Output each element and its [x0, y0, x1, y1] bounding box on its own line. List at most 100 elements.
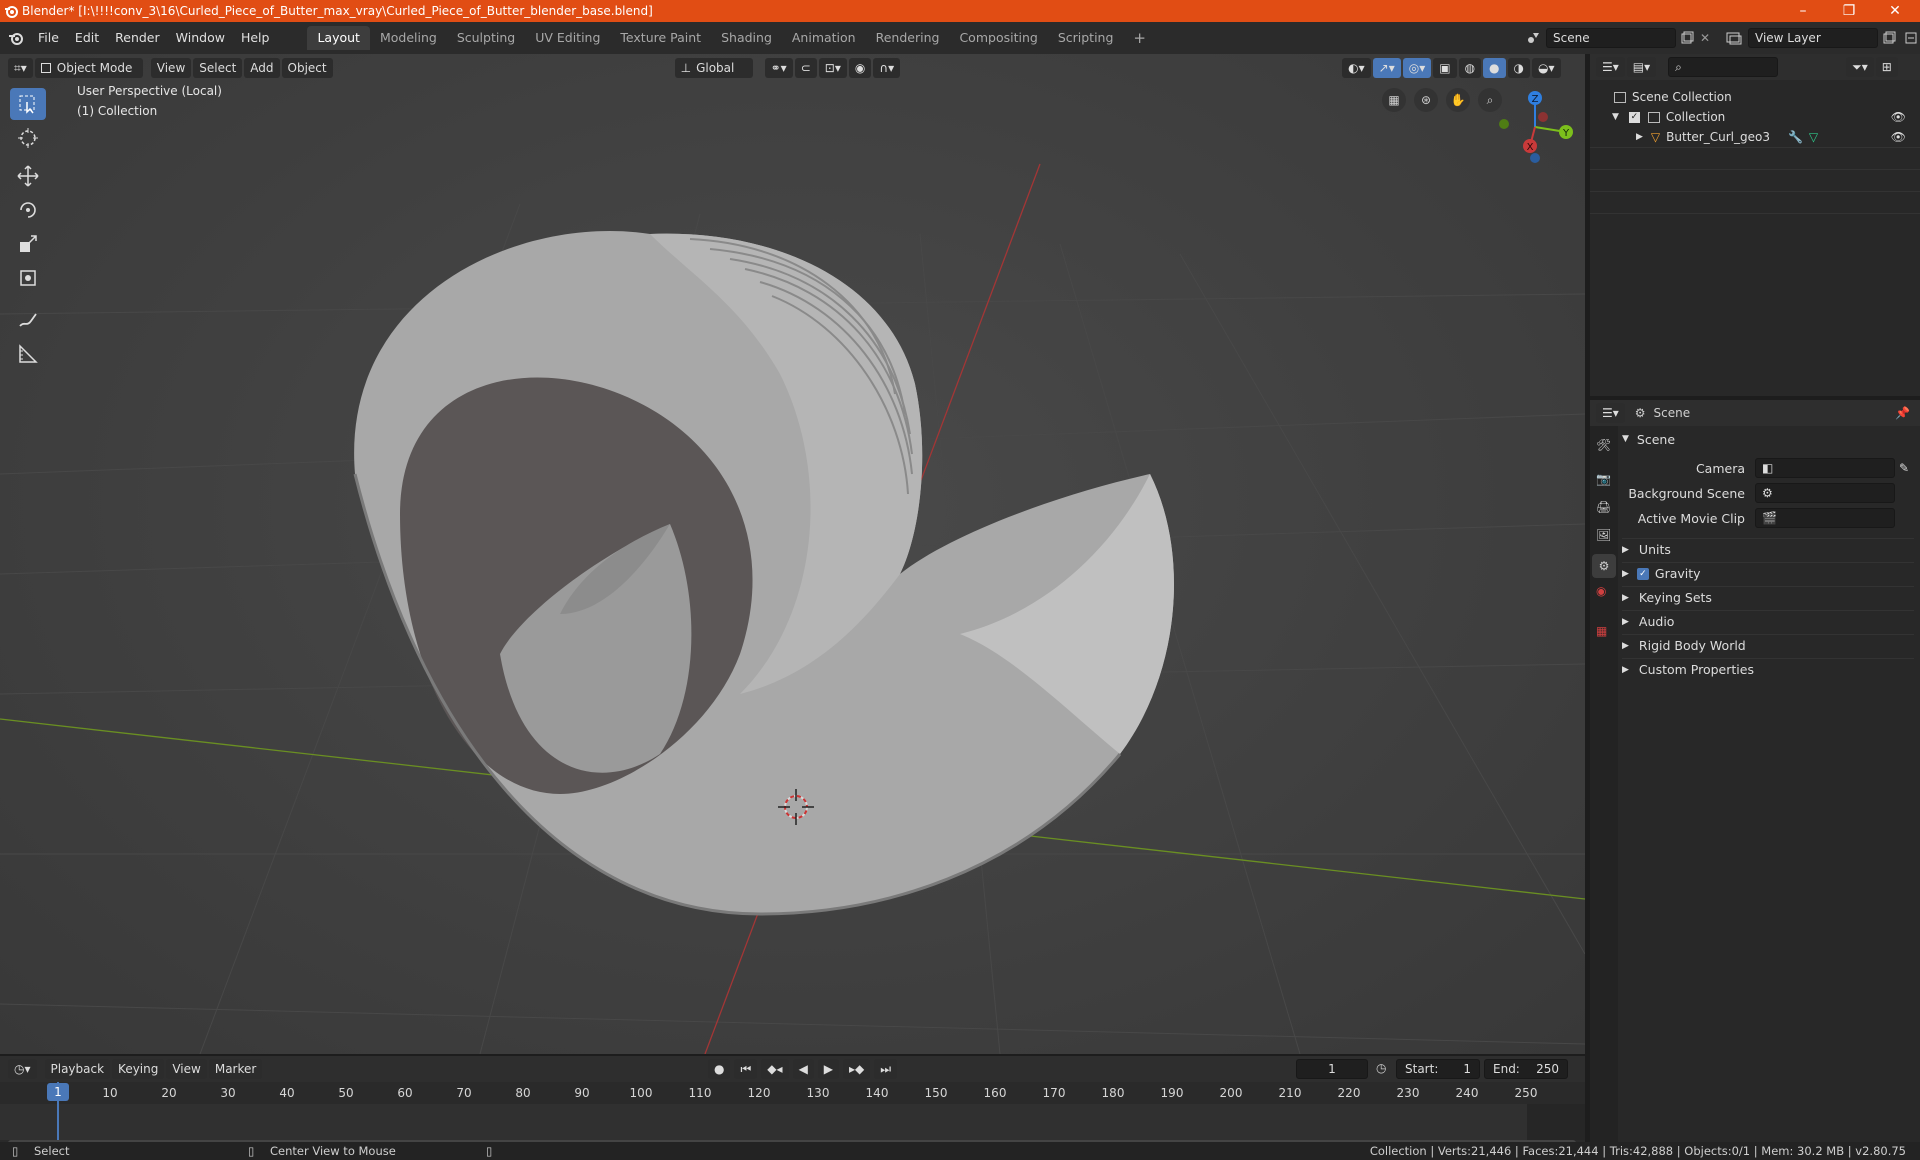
- tab-animation[interactable]: Animation: [782, 26, 866, 50]
- remove-view-layer-icon[interactable]: [1904, 31, 1918, 45]
- timeline-track-area[interactable]: [0, 1104, 1585, 1140]
- menu-window[interactable]: Window: [168, 27, 233, 49]
- close-button[interactable]: ✕: [1872, 0, 1918, 22]
- audio-panel-header[interactable]: ▶ Audio: [1622, 610, 1914, 632]
- pin-icon[interactable]: 📌: [1895, 406, 1910, 420]
- timeline-menu-playback[interactable]: Playback: [44, 1059, 111, 1079]
- mesh-data-icon[interactable]: ▽: [1809, 130, 1818, 144]
- rigid-body-world-expand-icon[interactable]: ▶: [1622, 641, 1629, 651]
- rigid-body-world-panel-header[interactable]: ▶ Rigid Body World: [1622, 634, 1914, 656]
- timeline-menu-keying[interactable]: Keying: [112, 1059, 165, 1079]
- audio-expand-icon[interactable]: ▶: [1622, 617, 1629, 627]
- eyedropper-icon[interactable]: ✎: [1899, 461, 1909, 475]
- outliner-row-collection[interactable]: ▼ ✓ Collection 👁: [1590, 107, 1920, 127]
- outliner-row-object[interactable]: ▶ ▽ Butter_Curl_geo3 🔧 ▽ 👁: [1590, 127, 1920, 147]
- collection-checkbox[interactable]: ✓: [1628, 111, 1640, 123]
- jump-start-icon[interactable]: ⏮: [734, 1059, 758, 1079]
- tab-uv-editing[interactable]: UV Editing: [525, 26, 610, 50]
- object-visibility-eye-icon[interactable]: 👁: [1891, 130, 1906, 144]
- butter-curl-object[interactable]: [353, 231, 1175, 916]
- delete-scene-icon[interactable]: ✕: [1700, 31, 1710, 45]
- proportional-edit-icon[interactable]: ◉: [848, 58, 872, 78]
- solid-shading-icon[interactable]: ●: [1483, 58, 1506, 78]
- minimize-button[interactable]: –: [1780, 0, 1826, 22]
- prev-keyframe-icon[interactable]: ◆◂: [761, 1059, 789, 1079]
- play-reverse-icon[interactable]: ◀: [792, 1059, 814, 1079]
- scene-section-expand-icon[interactable]: ▼: [1622, 434, 1629, 444]
- pivot-point-icon[interactable]: ⚭▾: [764, 58, 793, 78]
- collection-expand-icon[interactable]: ▼: [1612, 112, 1619, 122]
- view-layer-properties-tab-icon[interactable]: 🖼: [1596, 528, 1611, 542]
- gizmo-neg-x-handle[interactable]: [1538, 112, 1548, 122]
- timeline-editor[interactable]: ◷▾ Playback Keying View Marker ● ⏮ ◆◂ ◀ …: [0, 1056, 1585, 1148]
- visibility-icon[interactable]: ◐▾: [1342, 58, 1371, 78]
- wireframe-shading-icon[interactable]: ◍: [1458, 58, 1482, 78]
- camera-view-icon[interactable]: ⊛: [1414, 88, 1438, 112]
- tab-sculpting[interactable]: Sculpting: [447, 26, 525, 50]
- custom-properties-expand-icon[interactable]: ▶: [1622, 665, 1629, 675]
- new-scene-icon[interactable]: [1680, 31, 1694, 45]
- rendered-shading-icon[interactable]: ◒▾: [1532, 58, 1561, 78]
- blender-menu-icon[interactable]: [8, 30, 24, 46]
- render-properties-tab-icon[interactable]: 📷: [1596, 472, 1611, 486]
- outliner-row-scene-collection[interactable]: Scene Collection: [1590, 87, 1920, 107]
- timeline-editor-type-icon[interactable]: ◷▾: [8, 1059, 37, 1079]
- output-properties-tab-icon[interactable]: 🖨: [1596, 500, 1611, 514]
- gravity-panel-header[interactable]: ▶ ✓ Gravity: [1622, 562, 1914, 584]
- snap-icon[interactable]: ⊂: [794, 58, 817, 78]
- outliner-filter-icon[interactable]: ⏷▾: [1846, 57, 1874, 77]
- playhead-frame-indicator[interactable]: 1: [47, 1083, 69, 1101]
- navigation-gizmo[interactable]: Z Y X: [1490, 82, 1580, 172]
- custom-properties-panel-header[interactable]: ▶ Custom Properties: [1622, 658, 1914, 680]
- background-scene-field[interactable]: ⚙: [1755, 483, 1895, 503]
- units-expand-icon[interactable]: ▶: [1622, 545, 1629, 555]
- viewport-menu-object[interactable]: Object: [281, 58, 333, 78]
- jump-end-icon[interactable]: ⏭: [874, 1059, 898, 1079]
- gravity-checkbox[interactable]: ✓: [1636, 567, 1649, 580]
- menu-edit[interactable]: Edit: [67, 27, 107, 49]
- scene-properties-tab-icon[interactable]: ⚙: [1592, 554, 1616, 578]
- scene-selector[interactable]: Scene: [1546, 28, 1676, 48]
- units-panel-header[interactable]: ▶ Units: [1622, 538, 1914, 560]
- current-frame-field[interactable]: 1: [1296, 1059, 1368, 1079]
- collection-visibility-eye-icon[interactable]: 👁: [1891, 110, 1906, 124]
- measure-tool[interactable]: [10, 338, 46, 370]
- menu-help[interactable]: Help: [233, 27, 278, 49]
- viewport-menu-add[interactable]: Add: [244, 58, 280, 78]
- viewport-menu-view[interactable]: View: [150, 58, 192, 78]
- outliner-new-collection-icon[interactable]: ⊞: [1875, 57, 1898, 77]
- preview-range-clock-icon[interactable]: ◷: [1376, 1061, 1386, 1075]
- viewport-menu-select[interactable]: Select: [193, 58, 243, 78]
- grid-view-icon[interactable]: ▦: [1382, 88, 1406, 112]
- scene-section-header[interactable]: ▼ Scene: [1622, 428, 1675, 450]
- gizmo-neg-y-handle[interactable]: [1499, 119, 1509, 129]
- cursor-tool[interactable]: [10, 122, 46, 154]
- editor-type-icon[interactable]: ⌗▾: [8, 58, 33, 78]
- tab-compositing[interactable]: Compositing: [949, 26, 1047, 50]
- object-expand-icon[interactable]: ▶: [1636, 132, 1643, 142]
- overlay-toggle-icon[interactable]: ◎▾: [1402, 58, 1432, 78]
- next-keyframe-icon[interactable]: ▸◆: [843, 1059, 871, 1079]
- falloff-icon[interactable]: ∩▾: [873, 58, 901, 78]
- view-layer-selector[interactable]: View Layer: [1748, 28, 1878, 48]
- annotate-tool[interactable]: [10, 304, 46, 336]
- transform-orientation-selector[interactable]: ⊥ Global: [674, 58, 753, 78]
- menu-render[interactable]: Render: [107, 27, 168, 49]
- menu-file[interactable]: File: [30, 27, 67, 49]
- gravity-expand-icon[interactable]: ▶: [1622, 569, 1629, 579]
- transform-tool[interactable]: [10, 262, 46, 294]
- texture-properties-tab-icon[interactable]: ▦: [1596, 624, 1607, 638]
- mode-selector[interactable]: Object Mode: [34, 58, 143, 78]
- new-view-layer-icon[interactable]: [1882, 31, 1896, 45]
- properties-editor-type-icon[interactable]: ☰▾: [1596, 403, 1625, 423]
- modifier-wrench-icon[interactable]: 🔧: [1788, 130, 1803, 144]
- add-workspace-button[interactable]: +: [1123, 26, 1156, 50]
- start-frame-field[interactable]: Start: 1: [1396, 1059, 1480, 1079]
- active-movie-clip-field[interactable]: 🎬: [1755, 508, 1895, 528]
- pan-hand-icon[interactable]: ✋: [1446, 88, 1470, 112]
- scale-tool[interactable]: [10, 228, 46, 260]
- outliner-display-mode-icon[interactable]: ▤▾: [1626, 57, 1657, 77]
- tool-properties-tab-icon[interactable]: 🛠: [1596, 438, 1611, 452]
- outliner-search-input[interactable]: ⌕: [1668, 57, 1779, 77]
- play-icon[interactable]: ▶: [817, 1059, 840, 1079]
